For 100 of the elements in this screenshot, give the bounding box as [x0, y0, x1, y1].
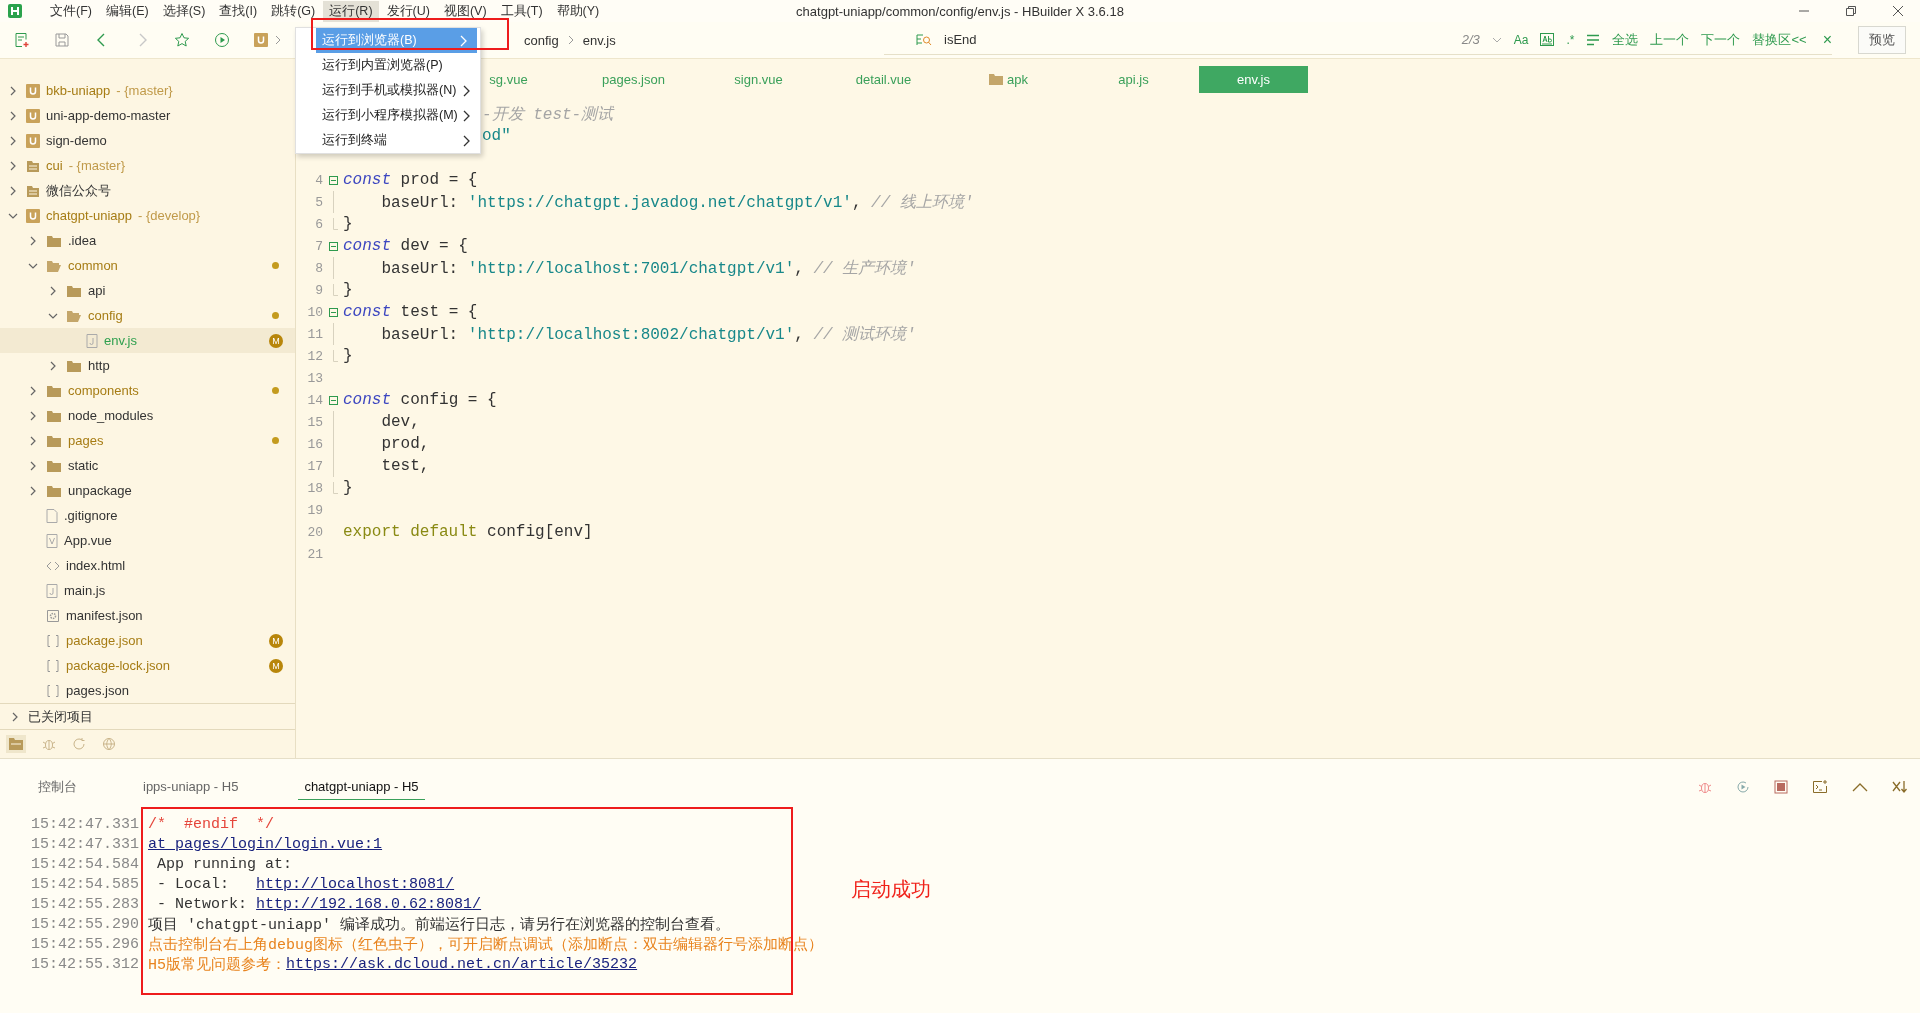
log-link[interactable]: http://192.168.0.62:8081/	[256, 895, 482, 913]
fold-icon[interactable]	[328, 241, 338, 251]
chevron-right-icon[interactable]	[28, 410, 38, 421]
console-tab[interactable]: ipps-uniapp - H5	[137, 774, 245, 800]
breadcrumb-item[interactable]: env.js	[582, 32, 616, 48]
menu-item[interactable]: 运行到手机或模拟器(N)	[296, 78, 480, 103]
tree-item[interactable]: App.vue	[0, 528, 295, 553]
chevron-right-icon[interactable]	[8, 135, 18, 146]
chevron-right-icon[interactable]	[8, 185, 18, 196]
chevron-right-icon[interactable]	[28, 235, 38, 246]
search-action[interactable]: 上一个	[1650, 30, 1690, 49]
menu-item[interactable]: 查找(I)	[213, 0, 264, 22]
code-line: }	[343, 347, 353, 365]
tree-item-name: chatgpt-uniapp	[46, 208, 132, 223]
chevron-right-icon[interactable]	[28, 435, 38, 446]
tree-item[interactable]: sign-demo	[0, 128, 295, 153]
log-link[interactable]: https://ask.dcloud.net.cn/article/35232	[286, 955, 638, 973]
preview-button[interactable]: 预览	[1858, 26, 1906, 54]
tree-item[interactable]: package.json M	[0, 628, 295, 653]
menu-item[interactable]: 帮助(Y)	[550, 0, 606, 22]
new-terminal-icon[interactable]	[1812, 780, 1828, 794]
star-icon[interactable]	[174, 32, 190, 48]
tree-item[interactable]: main.js	[0, 578, 295, 603]
fold-icon[interactable]	[328, 395, 338, 405]
menu-item[interactable]: 工具(T)	[494, 0, 549, 22]
run-icon[interactable]	[214, 32, 230, 48]
tree-item[interactable]: common	[0, 253, 295, 278]
code-line: const prod = {	[343, 171, 478, 189]
restart-icon[interactable]	[1736, 780, 1750, 794]
console-tab[interactable]: chatgpt-uniapp - H5	[298, 774, 425, 800]
menu-item[interactable]: 编辑(E)	[99, 0, 155, 22]
close-search-button[interactable]: ×	[1822, 30, 1832, 49]
fold-icon[interactable]	[328, 175, 338, 185]
tree-item[interactable]: http	[0, 353, 295, 378]
tree-item[interactable]: uni-app-demo-master	[0, 103, 295, 128]
tree-item[interactable]: manifest.json	[0, 603, 295, 628]
code-line: const test = {	[343, 303, 478, 321]
close-panel-icon[interactable]	[1892, 780, 1908, 794]
tree-item[interactable]: pages	[0, 428, 295, 453]
chevron-right-icon[interactable]	[28, 460, 38, 471]
close-icon[interactable]	[1892, 5, 1904, 17]
search-action[interactable]: 替换区<<	[1752, 30, 1807, 49]
tree-item[interactable]: bkb-uniapp - {master}	[0, 78, 295, 103]
menu-item[interactable]: 选择(S)	[156, 0, 212, 22]
chevron-right-icon[interactable]	[28, 485, 38, 496]
tree-item[interactable]: chatgpt-uniapp - {develop}	[0, 203, 295, 228]
tree-item[interactable]: node_modules	[0, 403, 295, 428]
tree-item[interactable]: cui - {master}	[0, 153, 295, 178]
search-action[interactable]: 全选	[1612, 30, 1639, 49]
menu-item[interactable]: 文件(F)	[44, 0, 98, 22]
fold-icon[interactable]	[328, 307, 338, 317]
menu-item[interactable]: 运行到内置浏览器(P)	[296, 53, 480, 78]
project-folder-icon	[26, 158, 40, 173]
search-action[interactable]: 下一个	[1701, 30, 1741, 49]
tree-item[interactable]: pages.json	[0, 678, 295, 703]
closed-projects-item[interactable]: 已关闭项目	[0, 703, 295, 729]
menu-item[interactable]: 运行到终端	[296, 128, 480, 153]
console-tab[interactable]: 控制台	[32, 772, 83, 802]
tree-item[interactable]: config	[0, 303, 295, 328]
tree-item[interactable]: .gitignore	[0, 503, 295, 528]
project-icon	[26, 208, 40, 223]
whole-word-icon[interactable]	[1540, 33, 1555, 46]
tree-item[interactable]: index.html	[0, 553, 295, 578]
chevron-up-icon[interactable]	[1852, 782, 1868, 792]
stop-icon[interactable]	[1774, 780, 1788, 794]
menu-item[interactable]: 运行到小程序模拟器(M)	[296, 103, 480, 128]
menu-item[interactable]: 视图(V)	[437, 0, 493, 22]
tree-item[interactable]: components	[0, 378, 295, 403]
chevron-right-icon[interactable]	[48, 360, 58, 371]
status-badge: M	[269, 633, 283, 648]
chevron-right-icon[interactable]	[8, 85, 18, 96]
tree-item[interactable]: unpackage	[0, 478, 295, 503]
tree-item[interactable]: api	[0, 278, 295, 303]
log-time: 15:42:55.296	[31, 935, 140, 953]
chevron-right-icon[interactable]	[8, 110, 18, 121]
tree-item[interactable]: .idea	[0, 228, 295, 253]
tree-item-name: pages.json	[66, 683, 129, 698]
folder-icon	[46, 233, 62, 248]
align-icon[interactable]	[1586, 33, 1601, 46]
chevron-right-icon[interactable]	[48, 285, 58, 296]
menu-item[interactable]: 运行(R)	[323, 0, 379, 22]
log-link[interactable]: at pages/login/login.vue:1	[148, 835, 383, 853]
tree-item[interactable]: package-lock.json M	[0, 653, 295, 678]
menu-item[interactable]: 跳转(G)	[265, 0, 322, 22]
search-field[interactable]: isEnd	[944, 32, 1450, 47]
search-option[interactable]: .*	[1566, 32, 1575, 47]
new-file-icon[interactable]	[14, 32, 30, 48]
tree-item[interactable]: 微信公众号	[0, 178, 295, 203]
breadcrumb-item[interactable]: config	[524, 32, 559, 48]
restore-icon[interactable]	[1845, 5, 1857, 17]
code-line: }	[343, 479, 353, 497]
search-option[interactable]: Aa	[1513, 32, 1529, 47]
chevron-right-icon[interactable]	[8, 160, 18, 171]
tree-item-name: node_modules	[68, 408, 154, 423]
line-number: 15	[306, 414, 323, 430]
menu-item[interactable]: 发行(U)	[380, 0, 436, 22]
tree-item[interactable]: static	[0, 453, 295, 478]
code-line: od"	[482, 127, 511, 145]
chevron-right-icon[interactable]	[28, 385, 38, 396]
log-link[interactable]: http://localhost:8081/	[256, 875, 455, 893]
